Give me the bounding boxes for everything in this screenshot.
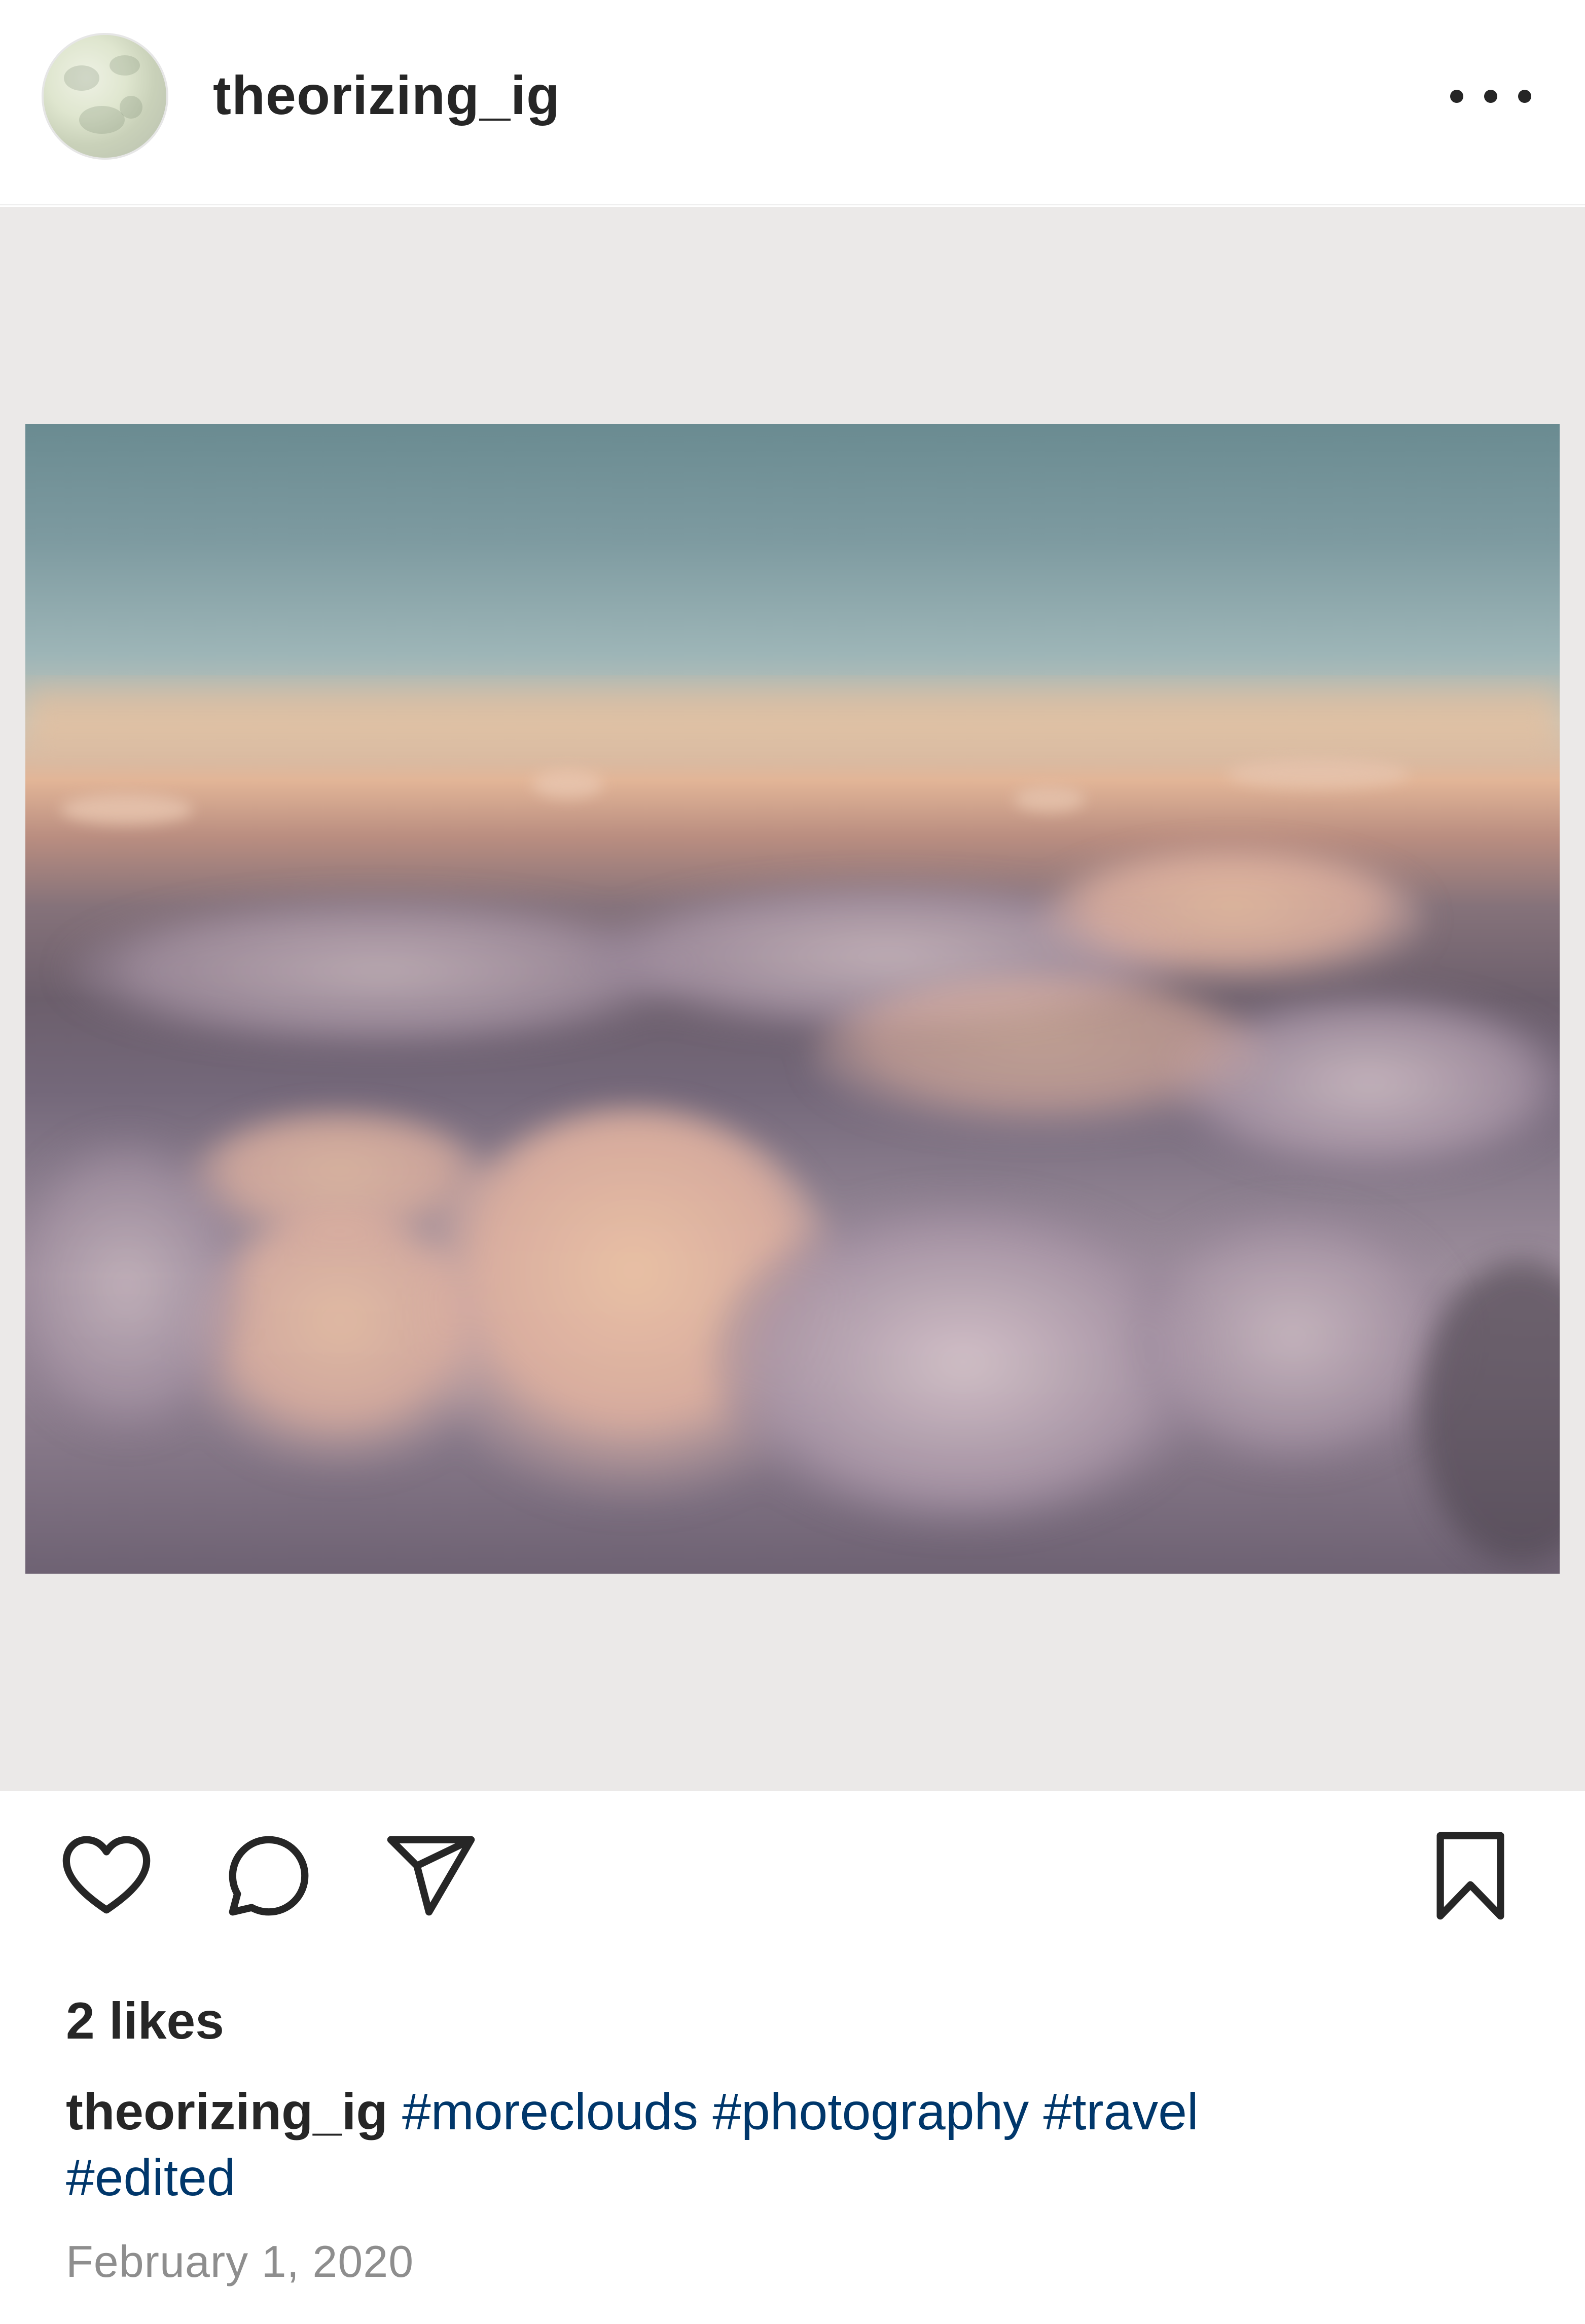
likes-count[interactable]: 2 likes [66, 1991, 224, 2051]
clouds-photo[interactable] [25, 424, 1560, 1574]
comment-icon [229, 1836, 309, 1916]
like-button[interactable] [56, 1825, 157, 1927]
hashtag[interactable]: #photography [712, 2083, 1029, 2140]
hashtag[interactable]: #moreclouds [402, 2083, 698, 2140]
hashtag[interactable]: #travel [1043, 2083, 1199, 2140]
instagram-post: theorizing_ig 2 likes theorizing_ig #mor… [0, 0, 1585, 2324]
username[interactable]: theorizing_ig [213, 63, 560, 127]
action-bar [0, 1825, 1585, 1942]
post-date: February 1, 2020 [66, 2236, 414, 2286]
post-header: theorizing_ig [0, 0, 1585, 205]
save-button[interactable] [1420, 1825, 1521, 1927]
bookmark-icon [1436, 1832, 1504, 1920]
caption-username[interactable]: theorizing_ig [66, 2083, 388, 2140]
hashtag[interactable]: #edited [66, 2149, 236, 2206]
more-options-button[interactable] [1450, 76, 1531, 117]
post-media[interactable] [0, 207, 1585, 1791]
comment-button[interactable] [218, 1825, 319, 1927]
share-button[interactable] [380, 1825, 482, 1927]
caption: theorizing_ig #moreclouds #photography #… [66, 2079, 1526, 2210]
more-icon [1450, 90, 1463, 103]
send-icon [387, 1836, 475, 1916]
avatar[interactable] [42, 33, 168, 160]
clouds-illustration [25, 687, 1560, 1565]
heart-icon [62, 1836, 151, 1914]
